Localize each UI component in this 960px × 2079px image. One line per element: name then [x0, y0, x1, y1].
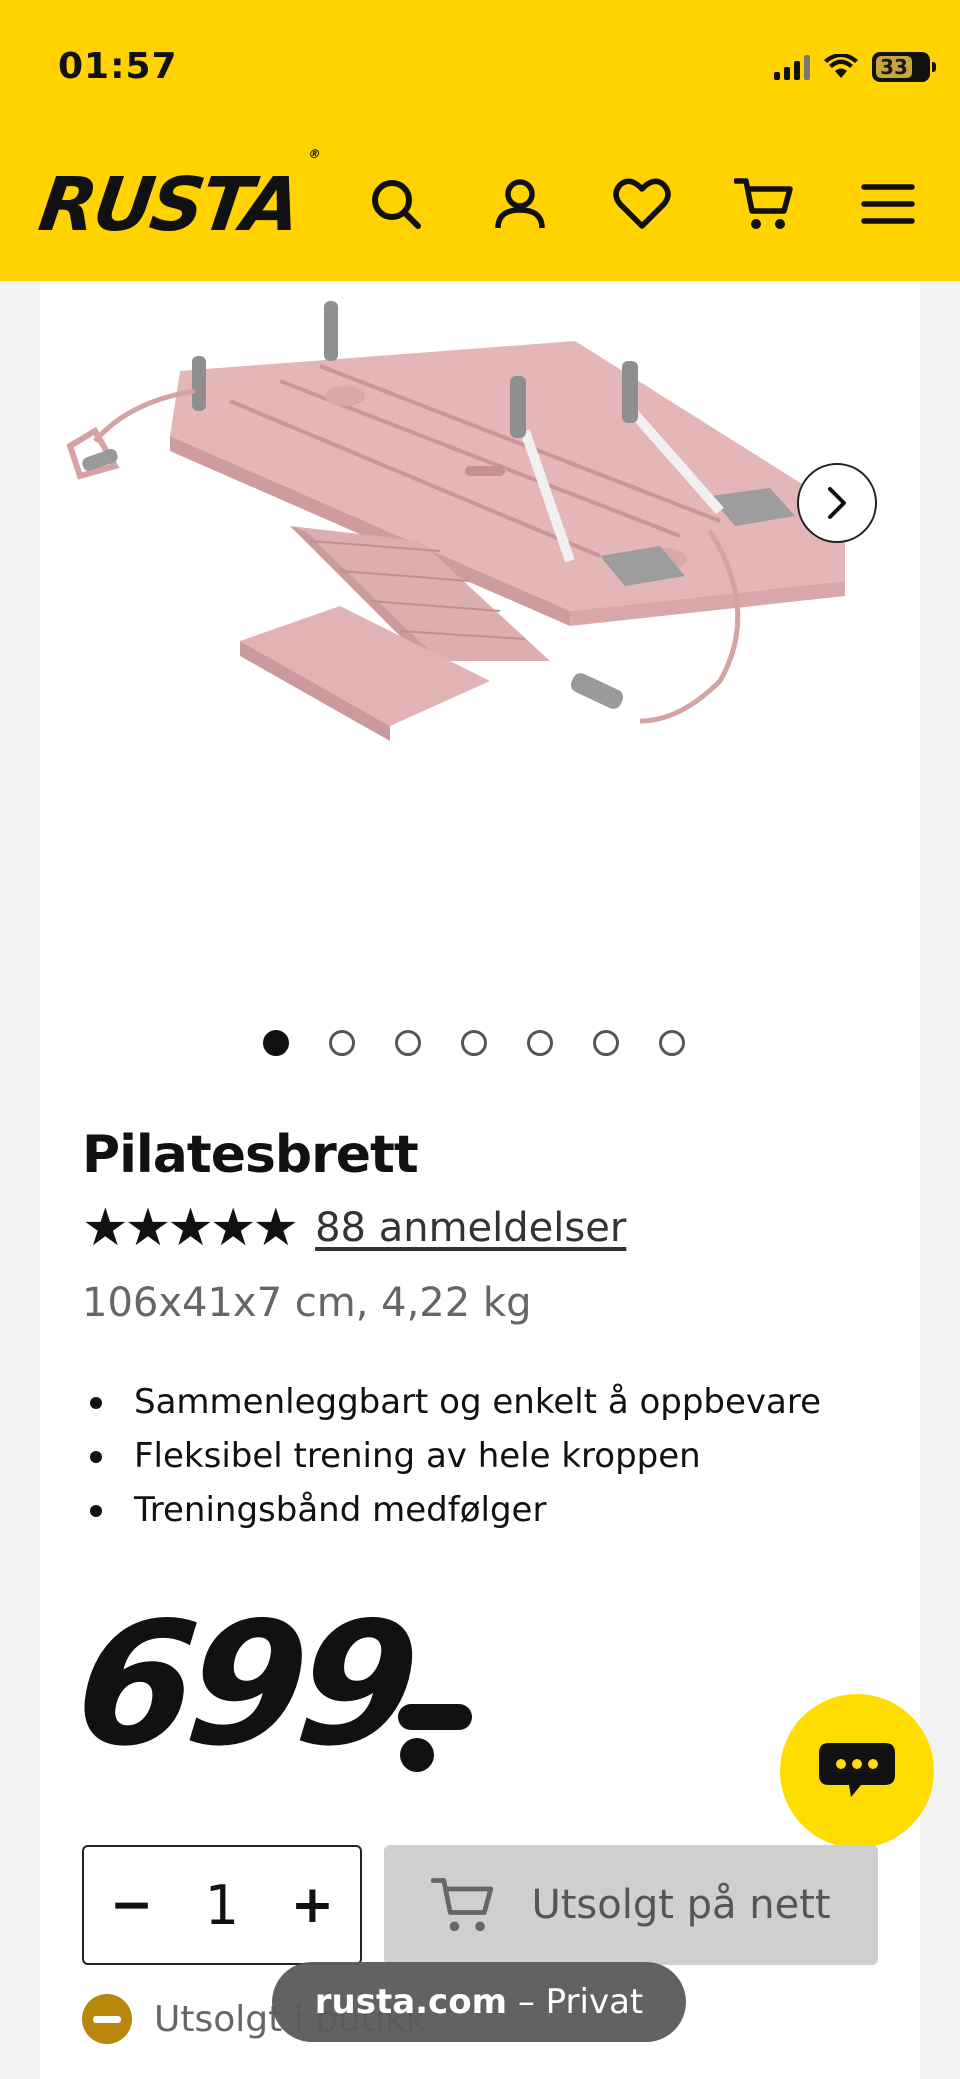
search-icon — [372, 180, 421, 229]
cart-icon — [431, 1878, 494, 1932]
rating-stars-icon: ★★★★★ — [82, 1198, 299, 1258]
battery-level: 33 — [876, 55, 912, 79]
cellular-signal-icon — [774, 54, 810, 80]
product-image[interactable] — [40, 281, 920, 1001]
gallery-dot[interactable] — [329, 1030, 355, 1056]
product-dimensions: 106x41x7 cm, 4,22 kg — [82, 1280, 532, 1326]
status-icons: 33 — [774, 52, 936, 82]
gallery-dot[interactable] — [593, 1030, 619, 1056]
unavailable-icon — [82, 1994, 132, 2044]
reviews-link[interactable]: 88 anmeldelser — [315, 1205, 626, 1251]
price-dash — [398, 1704, 472, 1730]
feature-item: Fleksibel trening av hele kroppen — [82, 1429, 821, 1483]
chevron-right-icon — [828, 487, 846, 519]
product-features: Sammenleggbart og enkelt å oppbevare Fle… — [82, 1375, 821, 1537]
gallery-pagination — [263, 1030, 685, 1056]
feature-item: Sammenleggbart og enkelt å oppbevare — [82, 1375, 821, 1429]
sold-out-online-label: Utsolgt på nett — [531, 1882, 831, 1928]
product-title: Pilatesbrett — [82, 1125, 419, 1185]
gallery-dot[interactable] — [659, 1030, 685, 1056]
wishlist-button[interactable] — [610, 172, 674, 236]
quantity-value[interactable]: 1 — [205, 1874, 239, 1937]
heart-icon — [613, 178, 671, 229]
increase-quantity-button[interactable]: + — [291, 1875, 335, 1935]
browser-domain: rusta.com — [314, 1982, 507, 2022]
cart-icon — [734, 178, 793, 229]
gallery-dot[interactable] — [395, 1030, 421, 1056]
gallery-next-button[interactable] — [797, 463, 877, 543]
account-icon — [495, 179, 545, 229]
account-button[interactable] — [488, 172, 552, 236]
battery-icon: 33 — [872, 52, 936, 82]
decrease-quantity-button[interactable]: − — [110, 1875, 154, 1935]
browser-mode: – Privat — [517, 1982, 644, 2022]
chat-button[interactable] — [780, 1694, 934, 1848]
cart-button[interactable] — [732, 172, 796, 236]
gallery-dot[interactable] — [263, 1030, 289, 1056]
search-button[interactable] — [364, 172, 428, 236]
gallery-dot[interactable] — [461, 1030, 487, 1056]
menu-icon — [861, 184, 915, 224]
product-price: 699 — [67, 1586, 420, 1784]
browser-url-bar[interactable]: rusta.com – Privat — [272, 1962, 686, 2042]
rusta-logo[interactable]: RUSTA® — [34, 147, 319, 248]
menu-button[interactable] — [856, 172, 920, 236]
feature-item: Treningsbånd medfølger — [82, 1483, 821, 1537]
gallery-dot[interactable] — [527, 1030, 553, 1056]
status-time: 01:57 — [58, 46, 178, 87]
quantity-stepper: − 1 + — [82, 1845, 362, 1965]
wifi-icon — [824, 54, 858, 78]
product-rating: ★★★★★ 88 anmeldelser — [82, 1202, 626, 1254]
chat-icon — [819, 1743, 895, 1797]
price-dot — [400, 1738, 434, 1772]
sold-out-online-button[interactable]: Utsolgt på nett — [384, 1845, 878, 1965]
top-header: 01:57 33 RUSTA® — [0, 0, 960, 281]
